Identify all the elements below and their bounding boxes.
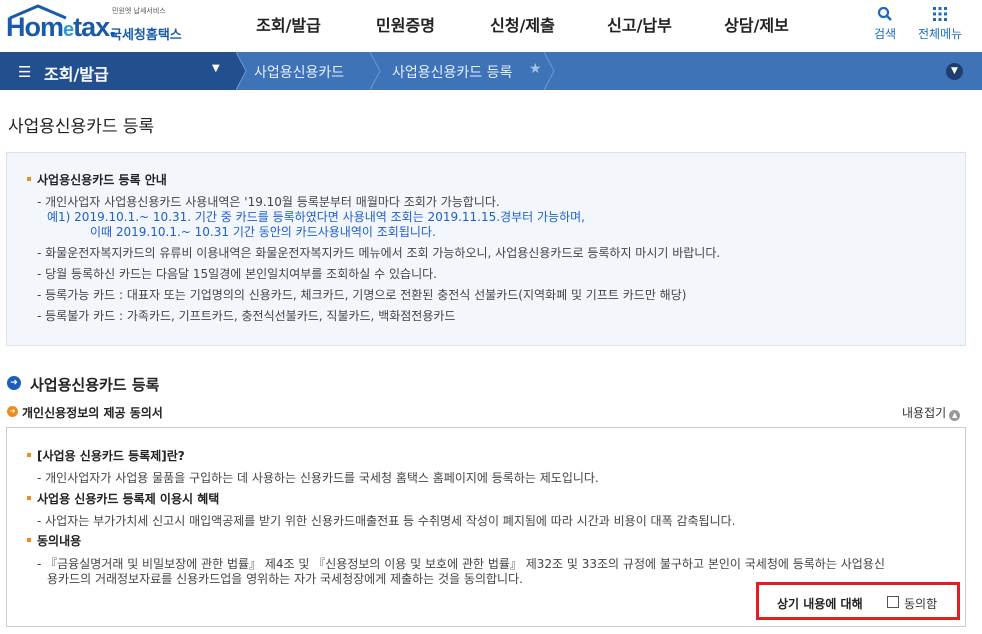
collapse-button[interactable]: 내용접기 ▲ <box>902 404 961 421</box>
grid-menu-icon <box>918 6 962 22</box>
page-title: 사업용신용카드 등록 <box>8 117 155 137</box>
logo-wordmark: Hometax. <box>6 12 117 42</box>
all-menu-label: 전체메뉴 <box>918 27 963 41</box>
gnb-item-consult[interactable]: 상담/제보 <box>698 0 815 52</box>
bullet-icon <box>27 177 31 181</box>
chevron-down-icon[interactable]: ▼ <box>946 63 963 80</box>
breadcrumb-item-level2[interactable]: 사업용신용카드 <box>254 62 344 82</box>
guide-box: 사업용신용카드 등록 안내 - 개인사업자 사업용신용카드 사용내역은 '19.… <box>6 152 966 346</box>
hamburger-icon: ☰ <box>18 63 32 81</box>
collapse-label: 내용접기 <box>902 406 947 420</box>
arrow-right-circle-icon: ➜ <box>7 406 18 417</box>
hometax-logo[interactable]: 민원엣 납세서비스 Hometax. 국세청홈택스 <box>6 4 196 48</box>
search-icon <box>874 6 896 22</box>
breadcrumb-separator-icon <box>236 52 247 90</box>
agree-checkbox-label[interactable]: 동의함 <box>904 595 937 612</box>
guide-line: - 등록불가 카드 : 가족카드, 기프트카드, 충전식선불카드, 직불카드, … <box>37 309 456 323</box>
consent-heading: [사업용 신용카드 등록제]란? <box>37 449 185 463</box>
gnb-item-inquiry[interactable]: 조회/발급 <box>230 0 347 52</box>
gnb-item-application[interactable]: 신청/제출 <box>464 0 581 52</box>
favorite-star-icon[interactable]: ★ <box>529 61 542 77</box>
consent-text: - 사업자는 부가가치세 신고시 매입액공제를 받기 위한 신용카드매출전표 등… <box>37 514 736 528</box>
caret-down-icon: ▼ <box>212 63 220 74</box>
consent-heading: 사업용 신용카드 등록제 이용시 혜택 <box>37 492 220 506</box>
gnb-item-filing[interactable]: 신고/납부 <box>581 0 698 52</box>
guide-heading: 사업용신용카드 등록 안내 <box>37 173 167 187</box>
agree-checkbox[interactable] <box>887 596 899 608</box>
consent-heading: 동의내용 <box>37 534 82 548</box>
logo-brand-name: 국세청홈택스 <box>110 28 182 43</box>
breadcrumb-separator-icon <box>544 52 555 90</box>
breadcrumb-menu-label: 조회/발급 <box>44 65 109 84</box>
all-menu-button[interactable]: 전체메뉴 <box>918 6 962 42</box>
agree-area: 상기 내용에 대해 동의함 <box>756 582 960 620</box>
consent-text: - 개인사업자가 사업용 물품을 구입하는 데 사용하는 신용카드를 국세청 홈… <box>37 471 599 485</box>
chevron-up-icon: ▲ <box>949 410 961 421</box>
consent-text: 용카드의 거래정보자료를 신용카드업을 영위하는 자가 국세청장에게 제출하는 … <box>47 572 523 586</box>
global-nav: 조회/발급 민원증명 신청/제출 신고/납부 상담/제보 <box>230 0 815 52</box>
breadcrumb-item-current[interactable]: 사업용신용카드 등록 <box>392 62 512 82</box>
logo-tagline: 민원엣 납세서비스 <box>112 7 166 15</box>
guide-line: - 화물운전자복지카드의 유류비 이용내역은 화물운전자복지카드 메뉴에서 조회… <box>37 246 721 260</box>
top-header: 민원엣 납세서비스 Hometax. 국세청홈택스 조회/발급 민원증명 신청/… <box>0 0 982 52</box>
search-label: 검색 <box>874 27 897 41</box>
guide-example-line: 이때 2019.10.1.~ 10.31 기간 동안의 카드사용내역이 조회됩니… <box>90 225 436 239</box>
breadcrumb-menu-dropdown[interactable]: ☰ 조회/발급 ▼ <box>0 52 236 90</box>
breadcrumb: ☰ 조회/발급 ▼ 사업용신용카드 사업용신용카드 등록 ★ ▼ <box>0 52 982 90</box>
section-title: 사업용신용카드 등록 <box>30 376 160 394</box>
bullet-icon <box>27 538 31 542</box>
guide-line: - 등록가능 카드 : 대표자 또는 기업명의의 신용카드, 체크카드, 기명으… <box>37 288 687 302</box>
consent-subtitle: 개인신용정보의 제공 동의서 <box>22 406 163 420</box>
arrow-right-circle-icon: ➜ <box>7 376 21 390</box>
gnb-item-certificate[interactable]: 민원증명 <box>347 0 464 52</box>
bullet-icon <box>27 453 31 457</box>
guide-line: - 당월 등록하신 카드는 다음달 15일경에 본인일치여부를 조회하실 수 있… <box>37 267 437 281</box>
breadcrumb-separator-icon <box>370 52 381 90</box>
bullet-icon <box>27 496 31 500</box>
agree-label: 상기 내용에 대해 <box>777 597 863 611</box>
search-button[interactable]: 검색 <box>874 6 896 42</box>
